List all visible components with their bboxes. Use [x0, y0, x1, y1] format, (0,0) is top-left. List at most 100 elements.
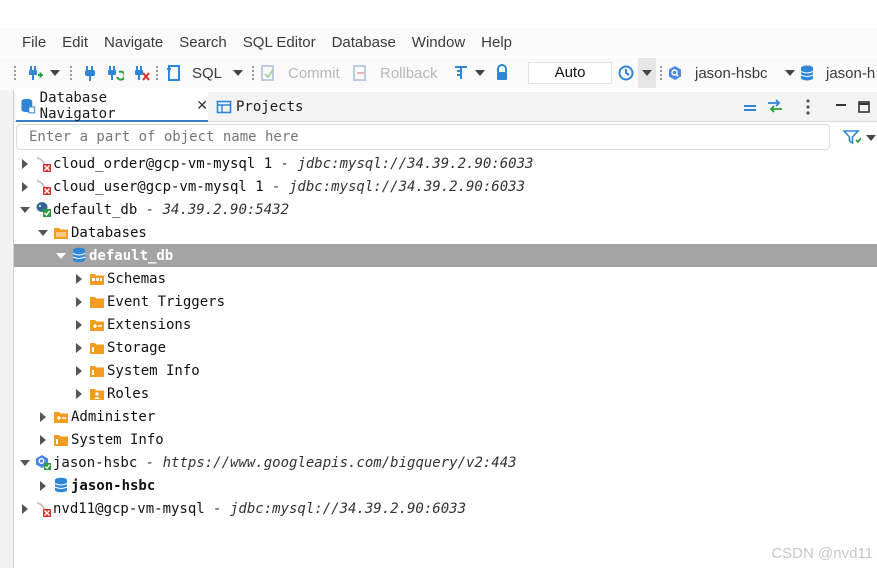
history-dropdown[interactable]	[638, 58, 656, 88]
tree-node-extensions[interactable]: Extensions	[14, 313, 877, 336]
active-schema-selector[interactable]: jason-h	[800, 58, 875, 88]
transaction-mode-box[interactable]: Auto	[528, 62, 612, 84]
chevron-right-icon	[76, 273, 82, 284]
expand-toggle[interactable]	[74, 290, 84, 313]
tree-node-event-triggers[interactable]: Event Triggers	[14, 290, 877, 313]
bigquery-connected-icon	[36, 455, 51, 470]
collapse-all-icon[interactable]	[742, 101, 758, 113]
expand-toggle[interactable]	[38, 428, 48, 451]
info-folder-icon	[54, 435, 68, 446]
collapse-toggle[interactable]	[20, 451, 30, 474]
collapse-toggle[interactable]	[20, 198, 30, 221]
tree-node-default-db-database[interactable]: default_db	[14, 244, 877, 267]
menu-search[interactable]: Search	[179, 34, 227, 51]
chevron-right-icon	[76, 319, 82, 330]
new-connection-dropdown[interactable]	[50, 58, 60, 88]
tree-node-storage[interactable]: Storage	[14, 336, 877, 359]
tree-node-databases[interactable]: Databases	[14, 221, 877, 244]
tree-node-cloud-order[interactable]: cloud_order@gcp-vm-mysql 1 - jdbc:mysql:…	[14, 152, 877, 175]
toolbar-grip[interactable]	[70, 66, 72, 80]
view-menu-icon[interactable]	[804, 98, 812, 116]
menu-file[interactable]: File	[22, 34, 46, 51]
chevron-down-icon[interactable]	[866, 135, 876, 141]
view-tab-strip: Database Navigator ✕ Projects	[14, 90, 877, 122]
menu-edit[interactable]: Edit	[62, 34, 88, 51]
link-with-editor-icon[interactable]	[766, 99, 784, 113]
expand-toggle[interactable]	[38, 405, 48, 428]
collapse-toggle[interactable]	[56, 244, 66, 267]
active-schema-label: jason-h	[826, 64, 876, 82]
expand-toggle[interactable]	[74, 313, 84, 336]
node-label: default_db	[89, 247, 174, 264]
collapse-toggle[interactable]	[38, 221, 48, 244]
toolbar-grip[interactable]	[156, 66, 158, 80]
active-datasource-label: jason-hsbc	[695, 64, 768, 82]
maximize-icon[interactable]	[857, 100, 871, 114]
disconnect-button[interactable]	[132, 58, 150, 88]
toolbar-grip[interactable]	[660, 66, 662, 80]
tree-node-jason-hsbc-dataset[interactable]: jason-hsbc	[14, 474, 877, 497]
chevron-right-icon	[76, 365, 82, 376]
expand-toggle[interactable]	[74, 359, 84, 382]
menu-window[interactable]: Window	[412, 34, 465, 51]
expand-toggle[interactable]	[38, 474, 48, 497]
datasource-dropdown[interactable]	[785, 58, 795, 88]
rollback-label: Rollback	[380, 64, 438, 82]
active-datasource-selector[interactable]: jason-hsbc	[667, 58, 768, 88]
connection-name: cloud_user@gcp-vm-mysql 1	[53, 178, 264, 195]
tree-node-system-info-db[interactable]: System Info	[14, 359, 877, 382]
sql-editor-icon	[167, 65, 180, 81]
invalidate-reconnect-button[interactable]	[106, 58, 124, 88]
tree-node-roles[interactable]: Roles	[14, 382, 877, 405]
expand-toggle[interactable]	[74, 336, 84, 359]
chevron-right-icon	[40, 480, 46, 491]
tab-projects[interactable]: Projects	[212, 92, 303, 122]
tree-node-system-info[interactable]: System Info	[14, 428, 877, 451]
expand-toggle[interactable]	[74, 382, 84, 405]
history-button[interactable]	[617, 58, 635, 88]
connect-button[interactable]	[82, 58, 98, 88]
sql-label: SQL	[192, 64, 223, 82]
tab-projects-label: Projects	[236, 99, 304, 115]
connection-name: cloud_order@gcp-vm-mysql 1	[53, 155, 273, 172]
tab-database-navigator[interactable]: Database Navigator ✕	[16, 90, 208, 122]
menu-sql-editor[interactable]: SQL Editor	[243, 34, 316, 51]
rollback-button[interactable]: Rollback	[352, 58, 438, 88]
toolbar-grip[interactable]	[14, 66, 16, 80]
object-filter-input[interactable]	[16, 124, 830, 150]
tab-database-navigator-label: Database Navigator	[39, 90, 116, 122]
connection-url: - jdbc:mysql://34.39.2.90:6033	[204, 500, 467, 517]
sql-dropdown[interactable]	[233, 58, 243, 88]
lock-button[interactable]	[495, 58, 509, 88]
expand-toggle[interactable]	[20, 175, 30, 198]
tree-node-default-db-connection[interactable]: default_db - 34.39.2.90:5432	[14, 198, 877, 221]
node-label: Schemas	[107, 270, 167, 287]
mysql-disconnected-icon	[36, 180, 51, 195]
tree-node-jason-hsbc-connection[interactable]: jason-hsbc - https://www.googleapis.com/…	[14, 451, 877, 474]
close-icon[interactable]: ✕	[196, 98, 208, 114]
transaction-mode-dropdown[interactable]	[475, 58, 485, 88]
expand-toggle[interactable]	[20, 152, 30, 175]
chevron-down-icon	[50, 70, 60, 76]
tree-node-administer[interactable]: Administer	[14, 405, 877, 428]
menu-database[interactable]: Database	[332, 34, 396, 51]
new-connection-button[interactable]	[26, 58, 44, 88]
commit-button[interactable]: Commit	[260, 58, 340, 88]
menu-help[interactable]: Help	[481, 34, 512, 51]
sql-editor-button[interactable]: SQL	[166, 58, 222, 88]
node-label: Extensions	[107, 316, 192, 333]
tree-node-schemas[interactable]: Schemas	[14, 267, 877, 290]
transaction-mode-icon	[455, 66, 467, 79]
projects-icon	[216, 100, 232, 114]
tree-node-nvd11[interactable]: nvd11@gcp-vm-mysql - jdbc:mysql://34.39.…	[14, 497, 877, 520]
transaction-log-button[interactable]	[453, 58, 469, 88]
minimize-icon[interactable]	[834, 100, 848, 114]
node-label: System Info	[107, 362, 200, 379]
expand-toggle[interactable]	[74, 267, 84, 290]
expand-toggle[interactable]	[20, 497, 30, 520]
filter-icon[interactable]	[843, 129, 861, 145]
tree-node-cloud-user[interactable]: cloud_user@gcp-vm-mysql 1 - jdbc:mysql:/…	[14, 175, 877, 198]
menu-navigate[interactable]: Navigate	[104, 34, 163, 51]
toolbar-grip[interactable]	[252, 66, 254, 80]
bigquery-icon	[669, 66, 681, 80]
